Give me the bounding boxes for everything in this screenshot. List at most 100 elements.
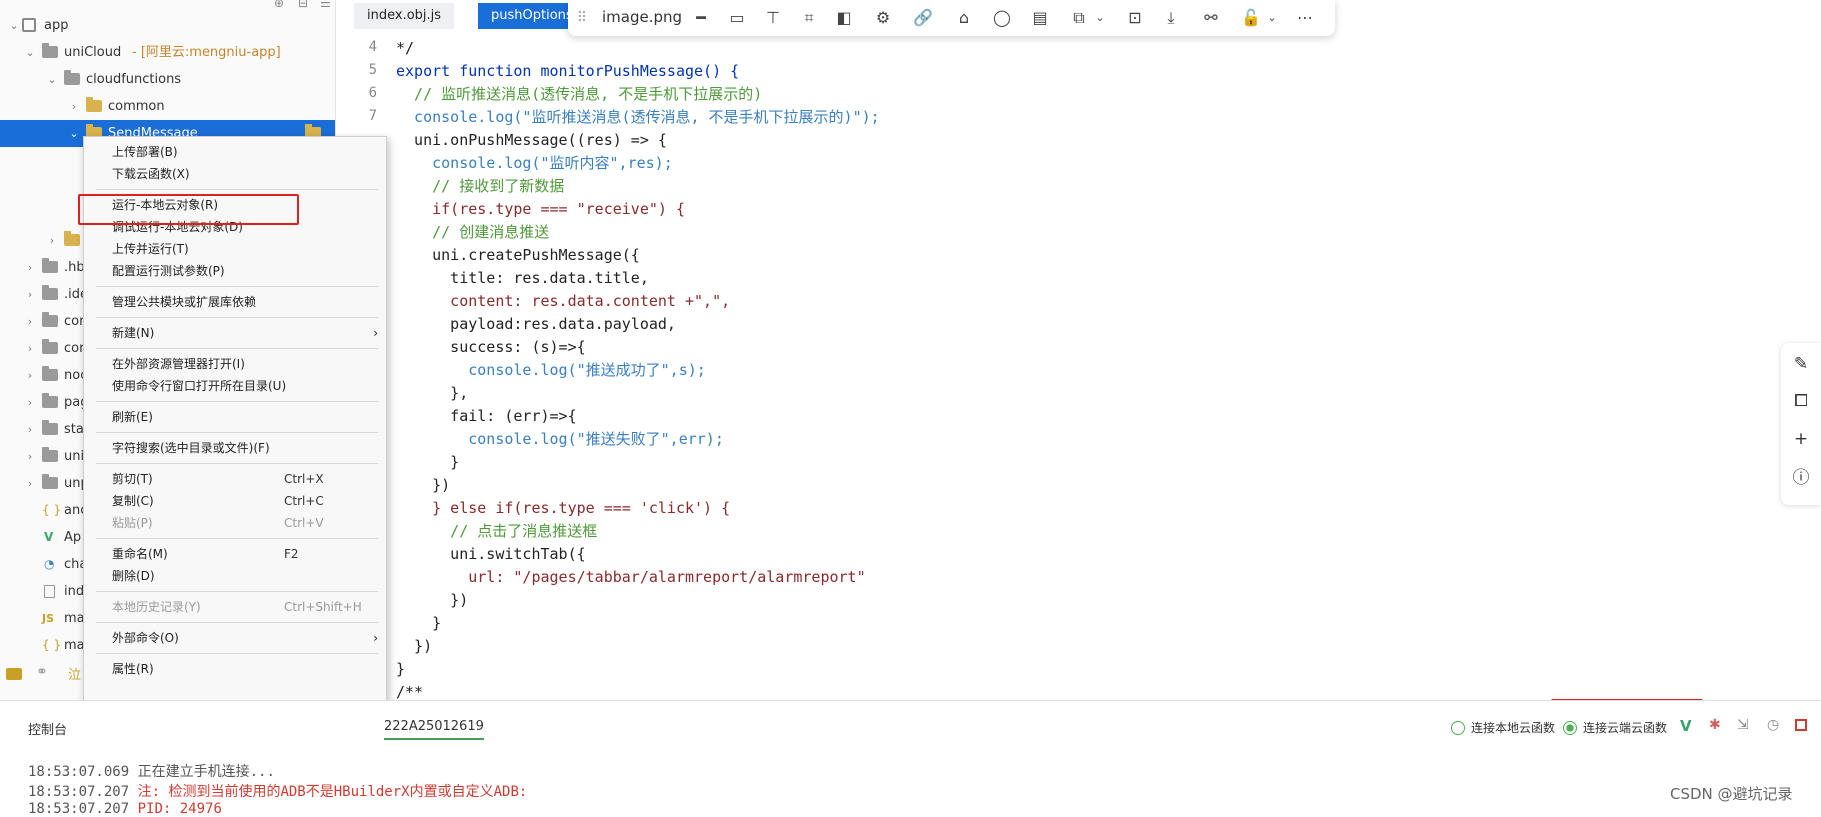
folder-icon [42, 312, 58, 327]
chevron-right-icon[interactable]: › [24, 335, 36, 362]
menu-item[interactable]: 外部命令(O) › [84, 627, 388, 649]
zoom-icon[interactable]: ⊡ [1125, 8, 1145, 28]
tree-item-cloudfunctions[interactable]: ⌄ cloudfunctions [0, 66, 335, 93]
menu-item[interactable]: 属性(R) [84, 658, 388, 680]
download-icon[interactable]: ⤓ [1161, 8, 1181, 28]
chevron-down-icon[interactable]: ⌄ [68, 120, 80, 147]
menu-icon[interactable]: ☰ [320, 0, 331, 10]
info-icon[interactable]: ⓘ [1790, 467, 1812, 489]
tree-item-common[interactable]: › common [0, 93, 335, 120]
project-icon [22, 18, 36, 32]
tree-item-app[interactable]: ⌄ app [0, 12, 335, 39]
menu-item-label: 上传并运行(T) [112, 242, 189, 256]
chevron-right-icon[interactable]: › [68, 93, 80, 120]
tree-item-label: app [44, 18, 69, 33]
tree-item-label: cor [64, 314, 85, 329]
code-line: if(res.type === "receive") { [396, 200, 685, 218]
chevron-right-icon[interactable]: › [24, 281, 36, 308]
chevron-right-icon[interactable]: › [24, 308, 36, 335]
console-spacer [129, 784, 137, 800]
tree-item-label: uniCloud [64, 45, 122, 60]
edit-image-icon[interactable]: ⧉ [1069, 8, 1089, 28]
ai-magic-icon[interactable]: ✎ [1790, 353, 1812, 375]
radio-cloud-icon[interactable] [1563, 721, 1577, 735]
window-icon[interactable]: ⧠ [1790, 390, 1812, 412]
collapse-icon[interactable]: ⊟ [298, 0, 308, 10]
folder-icon [42, 43, 58, 58]
plus-icon[interactable]: + [1790, 428, 1812, 450]
menu-item[interactable]: 新建(N) › [84, 322, 388, 344]
lock-icon[interactable]: 🔓 [1241, 8, 1261, 28]
link-icon[interactable]: 🔗 [913, 8, 933, 28]
settings-icon[interactable]: ⚙ [873, 8, 893, 28]
tag-icon[interactable]: ⌂ [954, 8, 974, 28]
chevron-right-icon[interactable]: › [24, 416, 36, 443]
bug-icon[interactable]: ✱ [1709, 717, 1721, 733]
menu-separator [96, 286, 378, 287]
console-tab[interactable]: 控制台 [28, 719, 67, 738]
chevron-right-icon[interactable]: › [24, 389, 36, 416]
code-line: }, [396, 384, 469, 402]
menu-item[interactable]: 刷新(E) [84, 406, 388, 428]
console-message: 注: 检测到当前使用的ADB不是HBuilderX内置或自定义ADB: [137, 784, 528, 800]
stop-icon[interactable] [1795, 719, 1807, 731]
chevron-down-icon[interactable]: ⌄ [8, 12, 20, 39]
folder-icon[interactable] [6, 668, 22, 680]
export-icon[interactable]: ⇲ [1737, 717, 1749, 733]
chevron-down-icon[interactable]: ⌄ [24, 39, 36, 66]
menu-item-label: 在外部资源管理器打开(I) [112, 357, 245, 371]
comment-icon[interactable]: ◯ [992, 8, 1012, 28]
chevron-right-icon[interactable]: › [24, 254, 36, 281]
tab-push-options[interactable]: pushOptions [478, 3, 578, 29]
note-icon[interactable]: ▤ [1030, 8, 1050, 28]
share-icon[interactable]: ⚯ [1201, 8, 1221, 28]
connect-local-label[interactable]: 连接本地云函数 [1471, 719, 1555, 736]
menu-item[interactable]: 字符搜索(选中目录或文件)(F) [84, 437, 388, 459]
tree-item-label: ind [64, 584, 85, 599]
connect-cloud-label[interactable]: 连接云端云函数 [1583, 719, 1667, 736]
drag-handle-icon[interactable]: ⠿ [572, 8, 592, 28]
line-icon[interactable]: ━ [691, 8, 711, 28]
menu-item[interactable]: 使用命令行窗口打开所在目录(U) [84, 375, 388, 397]
binoculars-icon[interactable]: ⚭ [36, 664, 48, 680]
chevron-right-icon[interactable]: › [24, 362, 36, 389]
crop-icon[interactable]: ⌗ [799, 8, 819, 28]
console-line: 18:53:07.207 注: 检测到当前使用的ADB不是HBuilderX内置… [28, 781, 527, 801]
refresh-icon[interactable]: ◷ [1767, 717, 1779, 733]
chevron-down-icon[interactable]: ⌄ [1262, 8, 1282, 28]
radio-local-icon[interactable] [1451, 721, 1465, 735]
more-icon[interactable]: ⋯ [1295, 8, 1315, 28]
menu-item[interactable]: 上传并运行(T) [84, 238, 388, 260]
tree-item-unicloud[interactable]: ⌄ uniCloud - [阿里云:mengniu-app] [0, 39, 335, 66]
text-icon[interactable]: ⊤ [763, 8, 783, 28]
chevron-down-icon[interactable]: ⌄ [46, 66, 58, 93]
device-tab[interactable]: 222A25012619 [384, 719, 484, 740]
menu-item[interactable]: 上传部署(B) [84, 141, 388, 163]
menu-item[interactable]: 在外部资源管理器打开(I) [84, 353, 388, 375]
chevron-right-icon[interactable]: › [24, 470, 36, 497]
chevron-right-icon[interactable]: › [24, 443, 36, 470]
menu-item-shortcut: Ctrl+Shift+H [284, 600, 362, 614]
chevron-right-icon[interactable]: › [46, 227, 58, 254]
context-menu: 上传部署(B) 下载云函数(X) 运行-本地云对象(R) 调试运行-本地云对象(D) 上… [83, 136, 387, 761]
submenu-arrow-icon: › [373, 326, 378, 340]
code-line: export function monitorPushMessage() { [396, 62, 740, 80]
menu-item[interactable]: 下载云函数(X) [84, 163, 388, 185]
chevron-down-icon[interactable]: ⌄ [1090, 8, 1110, 28]
tab-index-obj-js[interactable]: index.obj.js [354, 3, 455, 29]
rect-icon[interactable]: ▭ [727, 8, 747, 28]
vue-icon[interactable]: V [1680, 717, 1692, 735]
menu-item[interactable]: 配置运行测试参数(P) [84, 260, 388, 282]
menu-item[interactable]: 删除(D) [84, 565, 388, 587]
menu-item[interactable]: 管理公共模块或扩展库依赖 [84, 291, 388, 313]
flip-icon[interactable]: ◧ [834, 8, 854, 28]
console-timestamp: 18:53:07.069 [28, 764, 130, 780]
highlight-run-local [78, 194, 299, 225]
menu-separator [96, 591, 378, 592]
menu-item-shortcut: F2 [284, 547, 299, 561]
menu-item[interactable]: 重命名(M) F2 [84, 543, 388, 565]
menu-item[interactable]: 剪切(T) Ctrl+X [84, 468, 388, 490]
code-line: } [396, 660, 406, 678]
menu-item[interactable]: 复制(C) Ctrl+C [84, 490, 388, 512]
locate-icon[interactable]: ⊕ [274, 0, 284, 10]
